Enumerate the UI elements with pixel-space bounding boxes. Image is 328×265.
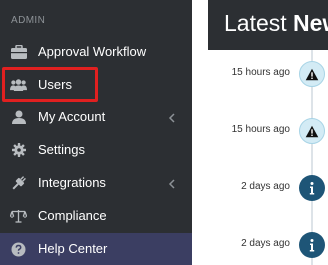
admin-sidebar: ADMIN Approval Workflow Users My Account… [0,0,192,265]
sidebar-item-compliance[interactable]: Compliance [0,200,192,232]
briefcase-icon [10,44,27,60]
news-header: Latest News [208,0,328,50]
title-bold-text: News [293,10,328,36]
highlight-annotation-box [2,67,98,102]
warning-icon[interactable] [299,61,325,87]
page-title: Latest News [224,10,328,37]
plug-icon [10,175,27,191]
sidebar-item-label: My Account [38,109,106,124]
sidebar-item-help-center[interactable]: Help Center [0,233,192,265]
warning-icon[interactable] [299,118,325,144]
info-icon[interactable] [299,232,325,258]
user-icon [10,109,27,125]
title-light-text: Latest [224,10,294,36]
sidebar-item-label: Approval Workflow [38,44,147,59]
event-timestamp: 2 days ago [241,238,290,249]
sidebar-item-my-account[interactable]: My Account [0,101,192,133]
chevron-left-icon [168,111,176,123]
news-panel: Latest News 15 hours ago 15 hours ago 2 … [192,0,328,265]
event-timestamp: 15 hours ago [231,124,290,135]
sidebar-item-integrations[interactable]: Integrations [0,167,192,199]
question-circle-icon [10,241,27,257]
event-timestamp: 15 hours ago [231,67,290,78]
sidebar-item-settings[interactable]: Settings [0,134,192,166]
sidebar-item-label: Compliance [38,208,107,223]
sidebar-item-label: Integrations [38,175,106,190]
sidebar-item-label: Settings [38,142,85,157]
info-icon[interactable] [299,175,325,201]
sidebar-item-label: Help Center [38,241,108,256]
sidebar-item-approval-workflow[interactable]: Approval Workflow [0,36,192,68]
event-timestamp: 2 days ago [241,181,290,192]
section-label-admin: ADMIN [11,15,46,26]
chevron-left-icon [168,177,176,189]
gear-icon [10,142,27,158]
scales-icon [10,208,27,224]
